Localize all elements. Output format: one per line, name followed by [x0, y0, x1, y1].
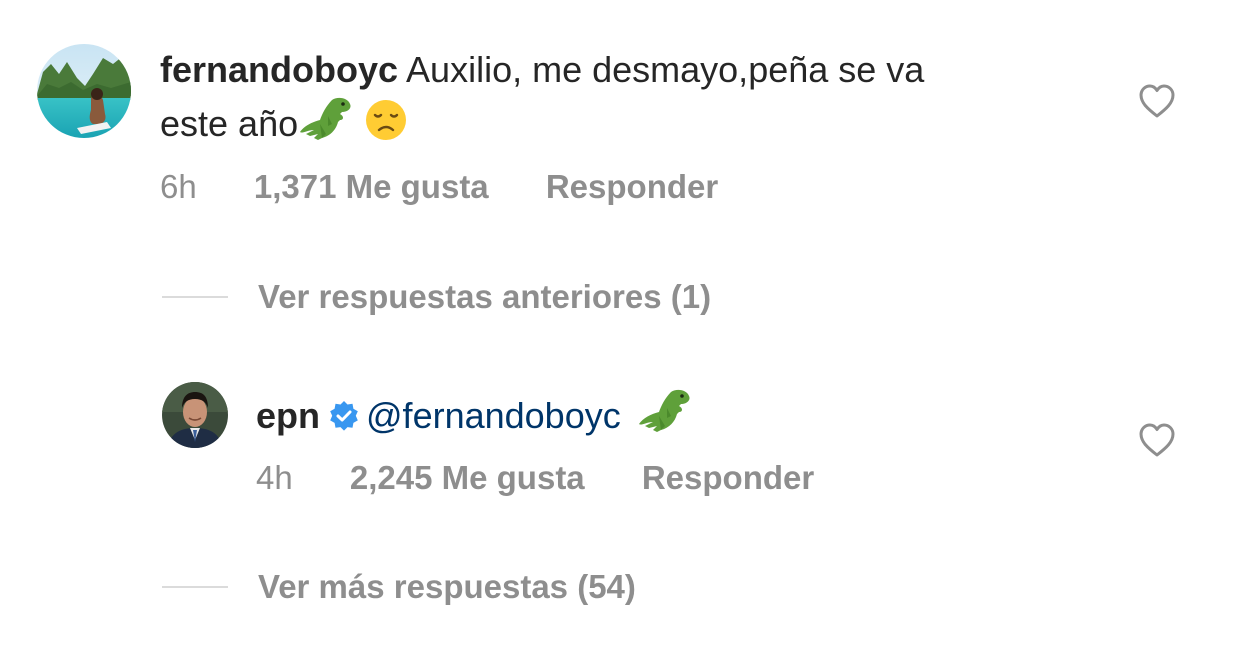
disappointed-face-icon	[364, 98, 408, 154]
t-rex-icon	[637, 386, 693, 446]
reply-button[interactable]: Responder	[642, 459, 814, 496]
comment-line-2: este año	[160, 94, 1120, 154]
comment-fernandoboyc: fernandoboyc Auxilio, me desmayo,peña se…	[0, 0, 1242, 240]
comment-line-1: fernandoboyc Auxilio, me desmayo,peña se…	[160, 46, 1120, 94]
comment-meta-1: 6h 1,371 Me gusta Responder	[160, 167, 718, 207]
heart-outline-icon[interactable]	[1138, 83, 1176, 119]
avatar-epn[interactable]	[162, 382, 228, 448]
username-epn[interactable]: epn	[256, 395, 320, 436]
comment-text-2: epn @fernandoboyc	[256, 386, 1116, 446]
verified-badge-icon	[328, 396, 360, 444]
comment-time[interactable]: 6h	[160, 168, 197, 205]
comment-body-line1: Auxilio, me desmayo,peña se va	[406, 49, 925, 90]
heart-outline-icon[interactable]	[1138, 422, 1176, 458]
comment-likes[interactable]: 1,371 Me gusta	[254, 168, 489, 205]
thread-divider-line	[162, 586, 228, 588]
avatar-portrait-image	[162, 382, 228, 448]
username-fernandoboyc[interactable]: fernandoboyc	[160, 49, 398, 90]
mention-link[interactable]: @fernandoboyc	[366, 395, 621, 436]
avatar-beach-image	[37, 44, 131, 138]
comment-meta-2: 4h 2,245 Me gusta Responder	[256, 458, 814, 498]
view-previous-replies[interactable]: Ver respuestas anteriores (1)	[162, 277, 862, 317]
comment-body-line2: este año	[160, 103, 299, 144]
t-rex-icon	[298, 94, 354, 154]
reply-button[interactable]: Responder	[546, 168, 718, 205]
comment-likes[interactable]: 2,245 Me gusta	[350, 459, 585, 496]
view-previous-replies-label[interactable]: Ver respuestas anteriores (1)	[258, 277, 711, 317]
comment-text-1: fernandoboyc Auxilio, me desmayo,peña se…	[160, 46, 1120, 154]
avatar-fernandoboyc[interactable]	[37, 44, 131, 138]
comment-time[interactable]: 4h	[256, 459, 293, 496]
thread-divider-line	[162, 296, 228, 298]
view-more-replies[interactable]: Ver más respuestas (54)	[162, 567, 762, 607]
view-more-replies-label[interactable]: Ver más respuestas (54)	[258, 567, 636, 607]
comment-epn: epn @fernandoboyc 4h 2,245 Me gusta Resp…	[0, 360, 1242, 550]
